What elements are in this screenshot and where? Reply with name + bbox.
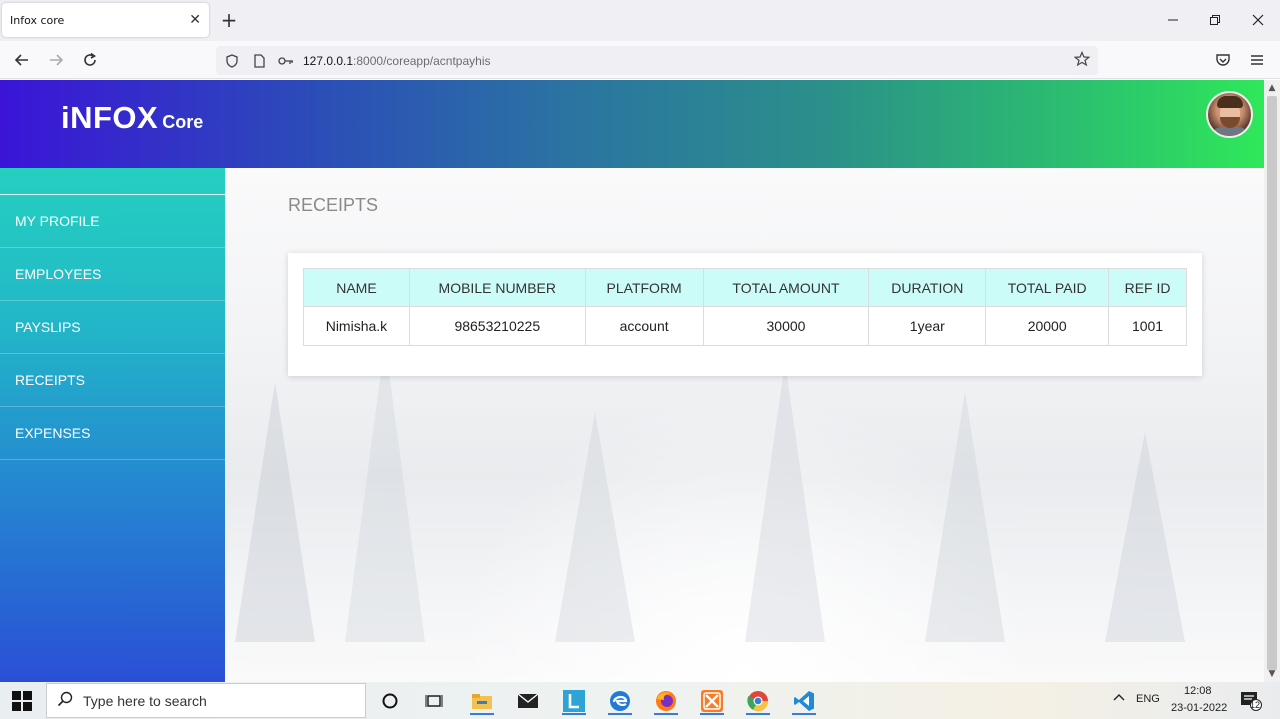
task-view-icon[interactable]: [420, 687, 448, 715]
column-header-mobile-number: MOBILE NUMBER: [408, 268, 586, 307]
notification-count-badge: 12: [1250, 700, 1261, 710]
search-placeholder: Type here to search: [83, 692, 207, 709]
forward-button[interactable]: [44, 48, 68, 72]
background-tree: [235, 382, 315, 642]
reload-button[interactable]: [78, 48, 102, 72]
background-tree: [745, 362, 825, 642]
browser-nav-bar: 127.0.0.1:8000/coreapp/acntpayhis: [0, 41, 1280, 79]
url-path: :8000/coreapp/acntpayhis: [353, 53, 491, 68]
shield-icon[interactable]: [221, 53, 243, 68]
browser-tab-bar: Infox core ✕ +: [0, 0, 1280, 41]
logo-sub-text: Core: [162, 112, 204, 132]
background-tree: [1105, 432, 1185, 642]
sidebar: MY PROFILE EMPLOYEES PAYSLIPS RECEIPTS E…: [0, 168, 225, 682]
background-tree: [345, 342, 425, 642]
minimize-icon: [1168, 19, 1178, 21]
vscode-icon[interactable]: [790, 687, 818, 715]
mail-icon[interactable]: [514, 687, 542, 715]
sidebar-item-employees[interactable]: EMPLOYEES: [0, 248, 225, 301]
app-header: iNFOX Core: [0, 80, 1264, 168]
file-explorer-icon[interactable]: [468, 687, 496, 715]
taskbar: Type here to search ENG 12:08 23-01-2022…: [0, 682, 1280, 719]
column-header-total-amount: TOTAL AMOUNT: [702, 268, 870, 307]
avatar[interactable]: [1206, 91, 1253, 138]
column-header-duration: DURATION: [868, 268, 987, 307]
cell-duration: 1year: [868, 306, 987, 346]
main-content: RECEIPTS NAME MOBILE NUMBER PLATFORM TOT…: [225, 168, 1264, 682]
page-title: RECEIPTS: [288, 195, 379, 215]
clock-time[interactable]: 12:08: [1184, 685, 1212, 697]
bookmark-star-icon[interactable]: [1073, 51, 1091, 71]
tab-title: Infox core: [10, 13, 65, 27]
scroll-up-icon[interactable]: ▲: [1264, 81, 1280, 95]
search-icon: [57, 691, 73, 711]
launcher-app-icon[interactable]: [560, 687, 588, 715]
receipts-table: NAME MOBILE NUMBER PLATFORM TOTAL AMOUNT…: [303, 268, 1187, 346]
table-header-row: NAME MOBILE NUMBER PLATFORM TOTAL AMOUNT…: [303, 268, 1187, 307]
cortana-icon[interactable]: [376, 687, 404, 715]
cell-total-amount: 30000: [702, 306, 870, 346]
chrome-icon[interactable]: [744, 687, 772, 715]
address-bar[interactable]: 127.0.0.1:8000/coreapp/acntpayhis: [216, 46, 1098, 75]
key-icon[interactable]: [275, 54, 297, 68]
restore-icon: [1210, 15, 1220, 25]
sidebar-item-payslips[interactable]: PAYSLIPS: [0, 301, 225, 354]
column-header-name: NAME: [303, 268, 410, 307]
pocket-button[interactable]: [1211, 48, 1235, 72]
url-host: 127.0.0.1: [303, 53, 354, 68]
scroll-down-icon[interactable]: ▼: [1264, 667, 1280, 681]
cell-mobile-number: 98653210225: [408, 306, 586, 346]
language-indicator[interactable]: ENG: [1136, 693, 1160, 705]
table-row: Nimisha.k 98653210225 account 30000 1yea…: [303, 306, 1187, 346]
tray-expand-icon[interactable]: [1112, 691, 1126, 708]
sidebar-item-expenses[interactable]: EXPENSES: [0, 407, 225, 460]
logo-main-text: iNFOX: [61, 100, 159, 135]
cell-ref-id: 1001: [1108, 306, 1187, 346]
menu-button[interactable]: [1245, 48, 1269, 72]
column-header-platform: PLATFORM: [584, 268, 704, 307]
background-tree: [925, 392, 1005, 642]
browser-tab[interactable]: Infox core ✕: [2, 3, 209, 37]
tab-close-icon[interactable]: ✕: [189, 12, 201, 28]
column-header-total-paid: TOTAL PAID: [985, 268, 1110, 307]
cell-name: Nimisha.k: [303, 306, 410, 346]
pocket-icon: [1216, 54, 1230, 66]
close-icon: [1252, 14, 1264, 26]
page-icon[interactable]: [248, 53, 270, 68]
firefox-icon[interactable]: [652, 687, 680, 715]
background-tree: [555, 412, 635, 642]
sidebar-item-receipts[interactable]: RECEIPTS: [0, 354, 225, 407]
arrow-right-icon: [50, 54, 64, 66]
xampp-icon[interactable]: [698, 687, 726, 715]
taskbar-search-box[interactable]: Type here to search: [46, 683, 366, 718]
edge-browser-icon[interactable]: [606, 687, 634, 715]
hamburger-icon: [1251, 55, 1263, 65]
receipts-card: NAME MOBILE NUMBER PLATFORM TOTAL AMOUNT…: [288, 253, 1202, 376]
cell-total-paid: 20000: [985, 306, 1110, 346]
url-text: 127.0.0.1:8000/coreapp/acntpayhis: [303, 54, 490, 68]
restore-button[interactable]: [1200, 7, 1230, 33]
app-logo[interactable]: iNFOX Core: [61, 100, 203, 136]
page-scrollbar[interactable]: ▲ ▼: [1264, 80, 1280, 682]
minimize-button[interactable]: [1158, 7, 1188, 33]
back-button[interactable]: [10, 48, 34, 72]
new-tab-button[interactable]: +: [218, 8, 240, 32]
cell-platform: account: [584, 306, 704, 346]
arrow-left-icon: [14, 54, 28, 66]
column-header-ref-id: REF ID: [1108, 268, 1187, 307]
reload-icon: [84, 52, 96, 66]
sidebar-item-my-profile[interactable]: MY PROFILE: [0, 195, 225, 248]
close-window-button[interactable]: [1243, 7, 1273, 33]
scrollbar-thumb[interactable]: [1267, 96, 1277, 670]
windows-start-icon[interactable]: [12, 691, 32, 711]
clock-date[interactable]: 23-01-2022: [1171, 702, 1227, 714]
